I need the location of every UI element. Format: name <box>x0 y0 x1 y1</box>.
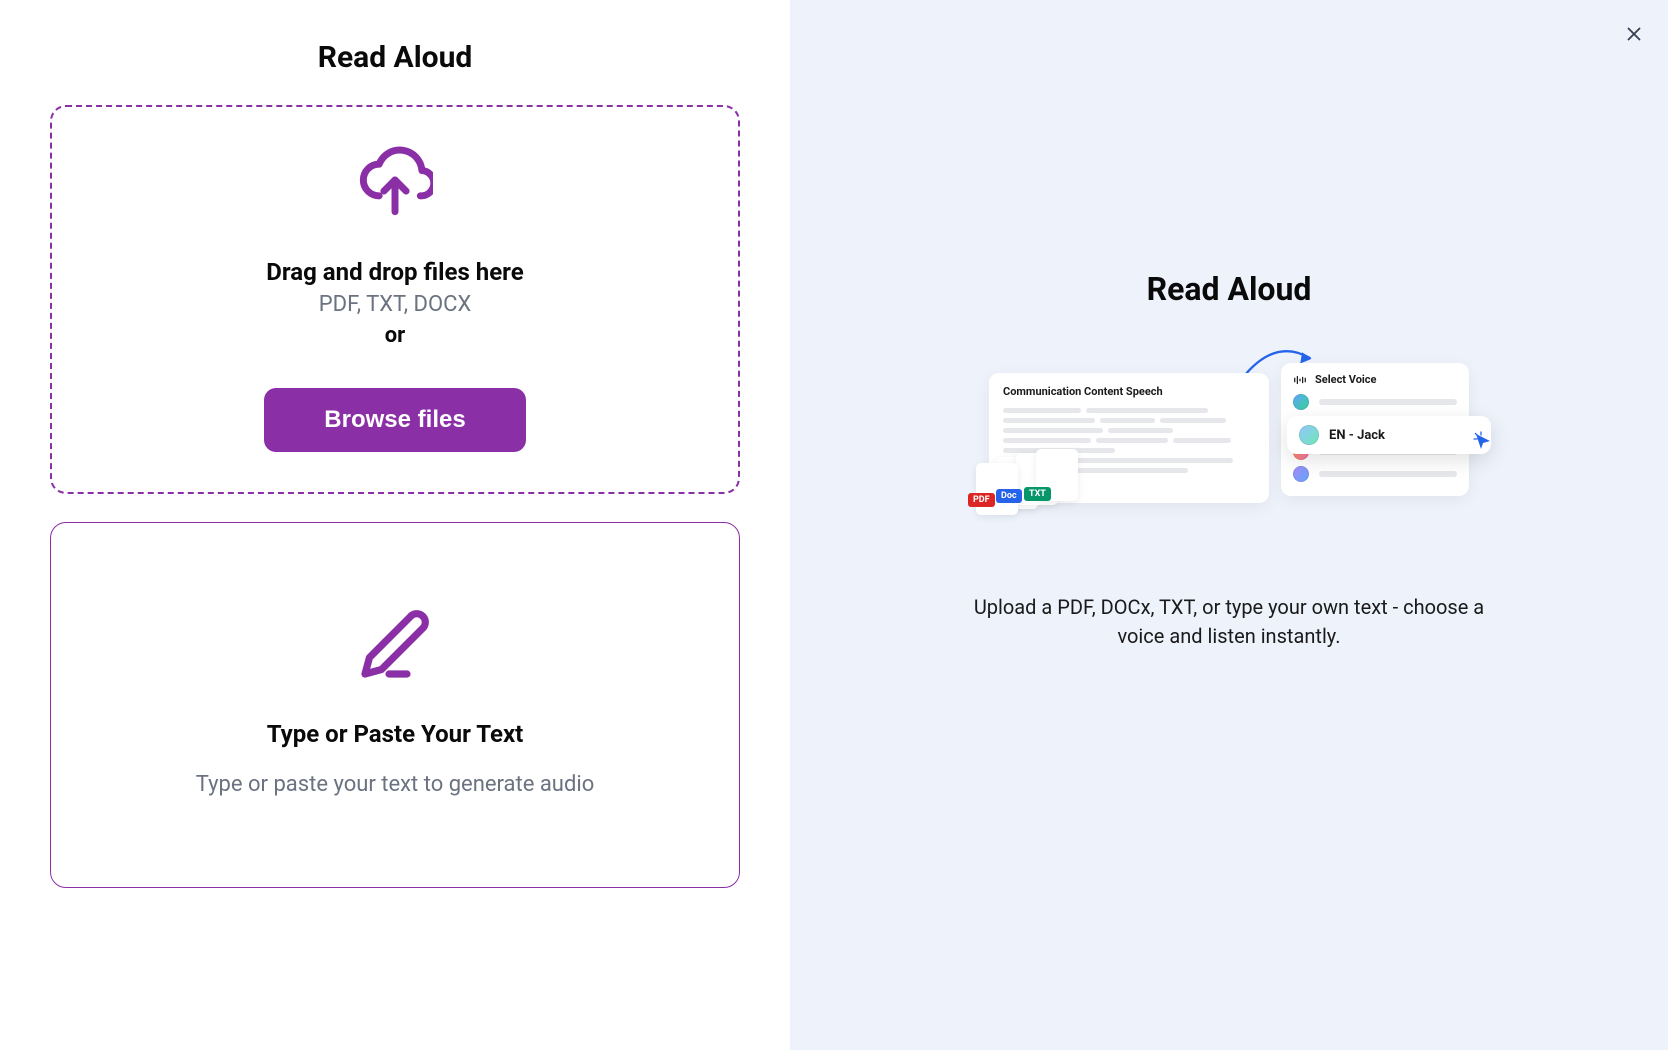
voice-header-label: Select Voice <box>1315 373 1376 386</box>
voice-option <box>1293 394 1457 410</box>
dropzone-or: or <box>385 323 405 348</box>
voice-option <box>1293 466 1457 482</box>
waveform-icon <box>1293 374 1307 386</box>
file-dropzone[interactable]: Drag and drop files here PDF, TXT, DOCX … <box>50 105 740 494</box>
close-button[interactable] <box>1618 18 1650 50</box>
illustration-doc-title: Communication Content Speech <box>1003 385 1255 398</box>
browse-files-button[interactable]: Browse files <box>264 388 525 452</box>
dropzone-heading: Drag and drop files here <box>266 258 523 286</box>
avatar-icon <box>1299 425 1319 445</box>
voice-selected-label: EN - Jack <box>1329 428 1385 443</box>
right-content: Read Aloud Communication Content Speech <box>820 270 1638 651</box>
left-panel: Read Aloud Drag and drop files here PDF,… <box>0 0 790 1050</box>
right-panel: Read Aloud Communication Content Speech <box>790 0 1668 1050</box>
cloud-upload-icon <box>357 142 433 218</box>
dropzone-formats: PDF, TXT, DOCX <box>319 292 472 317</box>
text-card-heading: Type or Paste Your Text <box>267 720 524 748</box>
text-input-card[interactable]: Type or Paste Your Text Type or paste yo… <box>50 522 740 888</box>
avatar-icon <box>1293 394 1309 410</box>
illustration: Communication Content Speech <box>979 363 1479 548</box>
pencil-icon <box>359 608 431 680</box>
right-title: Read Aloud <box>1147 270 1312 308</box>
cursor-icon <box>1473 431 1493 451</box>
badge-pdf: PDF <box>968 493 995 507</box>
right-description: Upload a PDF, DOCx, TXT, or type your ow… <box>954 593 1504 651</box>
badge-doc: Doc <box>996 489 1022 503</box>
badge-txt: TXT <box>1024 487 1051 501</box>
avatar-icon <box>1293 466 1309 482</box>
close-icon <box>1623 23 1645 45</box>
text-card-subtext: Type or paste your text to generate audi… <box>196 772 595 797</box>
voice-header: Select Voice <box>1293 373 1457 386</box>
illustration-voice-selected: EN - Jack <box>1287 416 1491 454</box>
page-title: Read Aloud <box>50 40 740 75</box>
